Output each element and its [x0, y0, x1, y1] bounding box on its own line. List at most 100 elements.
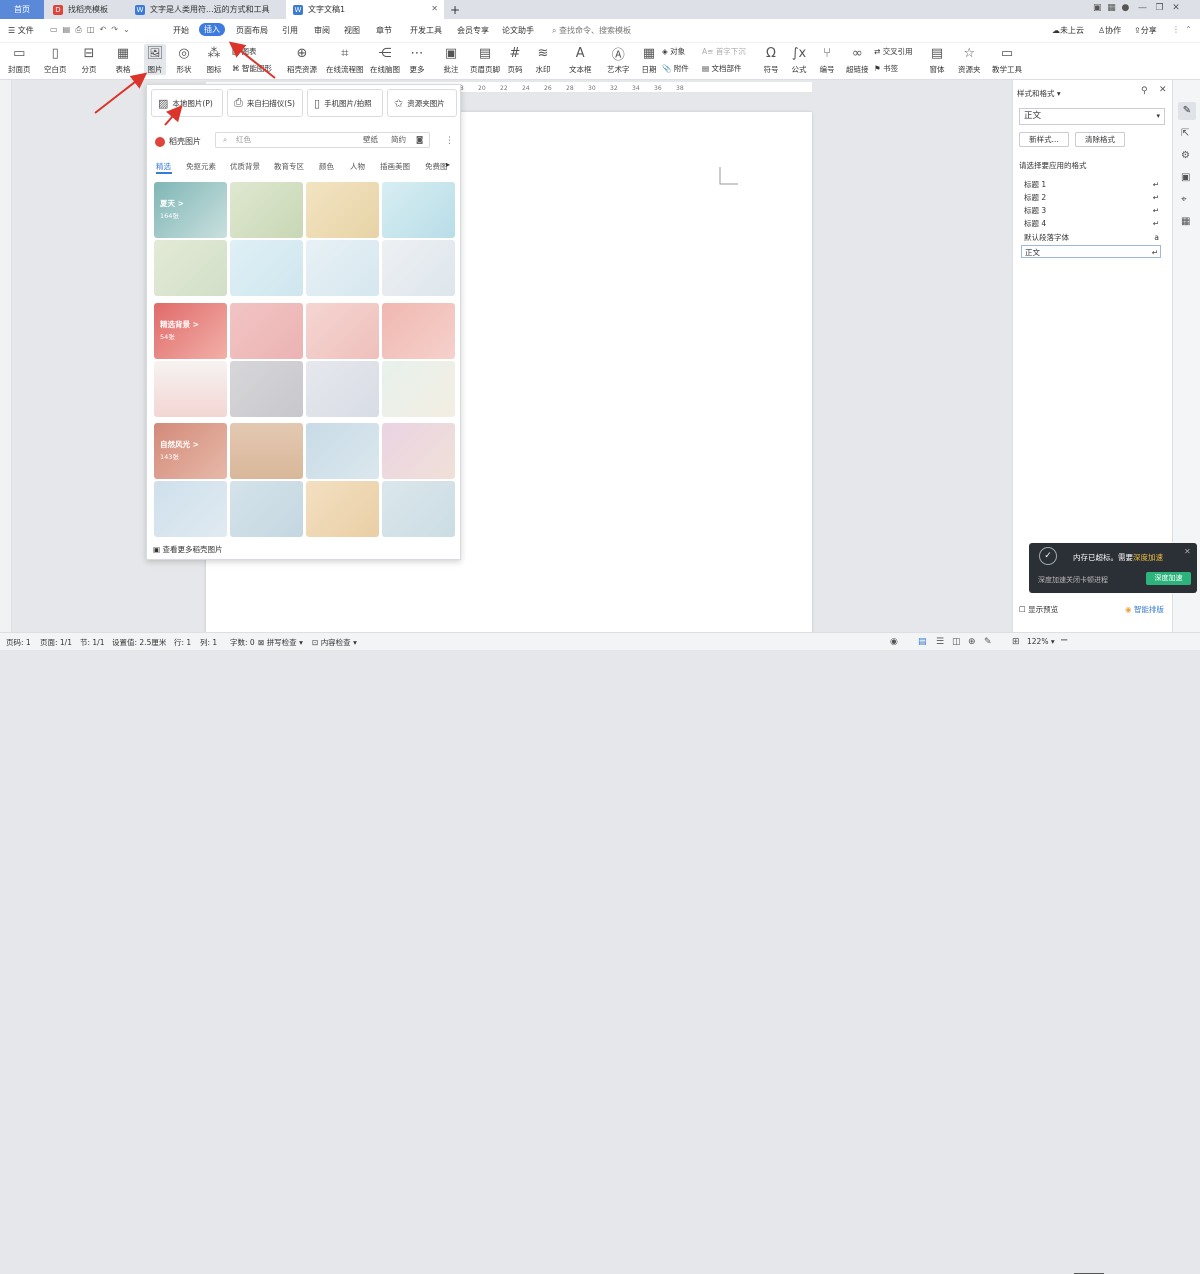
pin-icon[interactable]: ⚲ [1141, 86, 1148, 96]
menu-page-layout[interactable]: 页面布局 [236, 25, 268, 36]
word-count[interactable]: 字数: 0 [230, 637, 255, 648]
preview-icon[interactable]: ◫ [87, 25, 95, 34]
picture-thumb[interactable] [230, 303, 303, 359]
cloud-status[interactable]: ☁未上云 [1052, 25, 1084, 36]
save-icon[interactable]: ▭ [50, 25, 58, 34]
picture-thumb[interactable] [306, 240, 379, 296]
share-button[interactable]: ⇪分享 [1134, 25, 1157, 36]
close-tab-icon[interactable]: ✕ [431, 4, 438, 13]
close-window-icon[interactable]: ✕ [1172, 3, 1180, 13]
formula-button[interactable]: ∫x 公式 [790, 44, 808, 75]
chart-button[interactable]: ▥ 图表 [232, 46, 256, 57]
command-search[interactable]: ⌕ 查找命令、搜索模板 [552, 25, 631, 36]
cross-ref-button[interactable]: ⇄ 交叉引用 [874, 46, 913, 57]
tab-home[interactable]: 首页 [0, 0, 44, 19]
print-icon[interactable]: ⎙ [75, 25, 81, 34]
style-heading-4[interactable]: 标题 4 ↵ [1021, 217, 1161, 230]
blank-page-button[interactable]: ▯ 空白页 [44, 44, 67, 75]
category-free[interactable]: 免费图 [425, 161, 447, 172]
picture-thumb[interactable] [230, 481, 303, 537]
header-footer-button[interactable]: ▤ 页眉页脚 [470, 44, 500, 75]
textbox-button[interactable]: A 文本框 [569, 44, 592, 75]
camera-icon[interactable]: ◙ [416, 133, 423, 147]
close-icon[interactable]: ✕ [1159, 85, 1167, 95]
tab-document-2[interactable]: W 文字是人类用符...远的方式和工具 [128, 0, 283, 19]
smart-graphic-button[interactable]: ⌘ 智能图形 [232, 63, 272, 74]
watermark-button[interactable]: ≋ 水印 [534, 44, 552, 75]
picture-thumb[interactable] [230, 182, 303, 238]
category-featured[interactable]: 精选 [156, 161, 171, 172]
tab-document-1[interactable]: W 文字文稿1 ✕ [286, 0, 444, 19]
bookmark-button[interactable]: ⚑ 书签 [874, 63, 898, 74]
picture-search-input[interactable]: ⌕ 红色 壁纸 简约 ◙ [215, 132, 430, 148]
picture-thumb[interactable] [230, 240, 303, 296]
cursor-icon[interactable]: ⇱ [1181, 128, 1189, 139]
category-illustration[interactable]: 插画美图 [380, 161, 410, 172]
tab-template[interactable]: D 找稻壳模板 [46, 0, 126, 19]
clear-format-button[interactable]: 清除格式 [1075, 132, 1125, 147]
picture-thumb[interactable] [382, 481, 455, 537]
date-button[interactable]: ▦ 日期 [640, 44, 658, 75]
style-heading-1[interactable]: 标题 1 ↵ [1021, 178, 1161, 191]
chevron-right-icon[interactable]: ▸ [446, 160, 450, 169]
picture-thumb[interactable] [306, 303, 379, 359]
web-view-icon[interactable]: ⊕ [968, 637, 976, 647]
flowchart-button[interactable]: ⌗ 在线流程图 [326, 44, 364, 75]
more-button[interactable]: ⋯ 更多 [408, 44, 426, 75]
picture-thumb[interactable] [306, 182, 379, 238]
content-check-button[interactable]: ⊡ 内容检查 ▾ [312, 637, 357, 648]
picture-thumb[interactable] [154, 361, 227, 417]
fit-page-icon[interactable]: ⊞ [1012, 637, 1020, 647]
menu-insert[interactable]: 插入 [199, 23, 225, 36]
hyperlink-button[interactable]: ∞ 超链接 [846, 44, 869, 75]
image-tools-icon[interactable]: ▣ [1181, 172, 1190, 183]
undo-icon[interactable]: ↶ [99, 25, 106, 34]
page-view-icon[interactable]: ▤ [918, 637, 927, 647]
symbol-button[interactable]: Ω 符号 [762, 44, 780, 75]
sliders-icon[interactable]: ⚙ [1181, 150, 1190, 161]
table-button[interactable]: ▦ 表格 [114, 44, 132, 75]
menu-review[interactable]: 审阅 [314, 25, 330, 36]
mindmap-button[interactable]: ⋲ 在线脑图 [370, 44, 400, 75]
picture-thumb[interactable] [382, 240, 455, 296]
doc-parts-button[interactable]: ▤ 文档部件 [702, 63, 741, 74]
picture-thumb[interactable]: 夏天 > 164张 [154, 182, 227, 238]
new-style-button[interactable]: 新样式... [1019, 132, 1069, 147]
picture-thumb[interactable] [306, 361, 379, 417]
style-heading-2[interactable]: 标题 2 ↵ [1021, 191, 1161, 204]
style-normal[interactable]: 正文 ↵ [1021, 245, 1161, 258]
outline-view-icon[interactable]: ☰ [936, 637, 944, 647]
menu-developer[interactable]: 开发工具 [410, 25, 442, 36]
show-preview-checkbox[interactable]: ☐ 显示预览 [1019, 604, 1058, 615]
close-icon[interactable]: ✕ [1184, 547, 1191, 556]
category-education[interactable]: 教育专区 [274, 161, 304, 172]
phone-picture-option[interactable]: ▯ 手机图片/拍照 [307, 89, 383, 117]
redo-icon[interactable]: ↷ [111, 25, 118, 34]
page-number-button[interactable]: # 页码 [506, 44, 524, 75]
tag-simple[interactable]: 简约 [391, 133, 406, 147]
picture-thumb[interactable] [382, 361, 455, 417]
minimize-icon[interactable]: — [1138, 3, 1147, 13]
picture-thumb[interactable] [230, 423, 303, 479]
deep-accelerate-button[interactable]: 深度加速 [1146, 572, 1191, 585]
resource-picture-option[interactable]: ✩ 资源夹图片 [387, 89, 457, 117]
category-background[interactable]: 优质背景 [230, 161, 260, 172]
picture-thumb[interactable] [382, 423, 455, 479]
collab-button[interactable]: ♙协作 [1098, 25, 1121, 36]
chevron-down-icon[interactable]: ⌄ [123, 25, 130, 34]
zoom-out-button[interactable]: − [1060, 635, 1068, 646]
picture-thumb[interactable]: 精选背景 > 54张 [154, 303, 227, 359]
picture-thumb[interactable] [306, 481, 379, 537]
style-pen-icon[interactable]: ✎ [1178, 102, 1196, 120]
read-view-icon[interactable]: ◫ [952, 637, 961, 647]
dropcap-button[interactable]: A≡ 首字下沉 [702, 46, 746, 57]
category-people[interactable]: 人物 [350, 161, 365, 172]
menu-view[interactable]: 视图 [344, 25, 360, 36]
menu-paper[interactable]: 论文助手 [502, 25, 534, 36]
attachment-button[interactable]: 📎 附件 [662, 63, 689, 74]
scanner-option[interactable]: ⎙ 来自扫描仪(S) [227, 89, 303, 117]
restore-icon[interactable]: ❐ [1156, 3, 1164, 13]
teaching-tools-button[interactable]: ▭ 教学工具 [992, 44, 1022, 75]
picture-thumb[interactable] [306, 423, 379, 479]
layout-icon[interactable]: ▣ [1093, 3, 1102, 13]
